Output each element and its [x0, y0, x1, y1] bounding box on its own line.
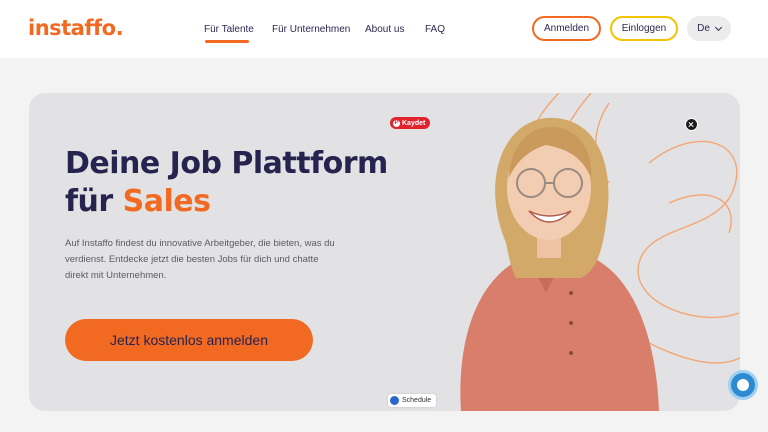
language-label: De	[697, 23, 710, 34]
hero-section: Deine Job Plattform für Sales Auf Instaf…	[29, 93, 740, 411]
einloggen-button[interactable]: Einloggen	[610, 16, 678, 41]
close-icon[interactable]	[685, 118, 698, 131]
signup-cta-button[interactable]: Jetzt kostenlos anmelden	[65, 319, 313, 361]
chat-widget-icon[interactable]	[728, 370, 758, 400]
schedule-icon	[390, 396, 399, 405]
language-selector[interactable]: De	[687, 16, 731, 41]
active-nav-underline	[205, 40, 249, 43]
hero-title-accent: Sales	[122, 184, 211, 219]
hero-woman-photo	[460, 117, 659, 411]
nav-fur-unternehmen[interactable]: Für Unternehmen	[272, 24, 350, 35]
nav-fur-talente[interactable]: Für Talente	[204, 24, 254, 35]
pinterest-icon: P	[393, 119, 400, 127]
hero-description: Auf Instaffo findest du innovative Arbei…	[65, 238, 335, 281]
hero-title: Deine Job Plattform für Sales	[65, 146, 388, 219]
nav-faq[interactable]: FAQ	[425, 24, 445, 35]
instaffo-logo[interactable]: instaffo.	[28, 16, 124, 40]
pinterest-save-button[interactable]: P Kaydet	[390, 117, 431, 129]
nav-about-us[interactable]: About us	[365, 24, 404, 35]
anmelden-button[interactable]: Anmelden	[532, 16, 601, 41]
chevron-down-icon	[714, 23, 722, 31]
schedule-badge[interactable]: Schedule	[388, 394, 437, 407]
top-header: instaffo. Für Talente Für Unternehmen Ab…	[0, 0, 768, 58]
